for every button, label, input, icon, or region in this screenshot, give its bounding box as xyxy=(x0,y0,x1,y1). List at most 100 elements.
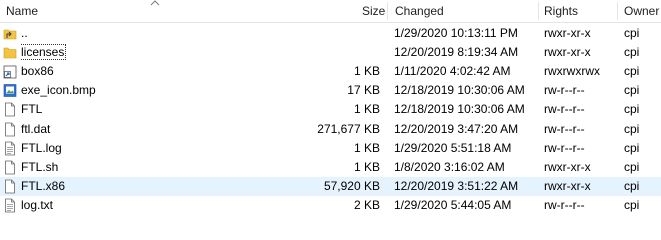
file-rights-text: rw-r--r-- xyxy=(544,140,585,155)
file-rights-text: rw-r--r-- xyxy=(544,102,585,117)
file-owner: cpi xyxy=(624,158,661,177)
file-owner: cpi xyxy=(624,177,661,196)
file-row[interactable]: .. 1/29/2020 10:13:11 PM rwxr-xr-x cpi xyxy=(0,24,661,43)
file-rights: rwxrwxrwx xyxy=(544,62,622,81)
file-changed-text: 1/29/2020 10:13:11 PM xyxy=(394,26,518,40)
file-icon xyxy=(3,122,17,137)
file-icon xyxy=(3,160,17,175)
file-owner-text: cpi xyxy=(624,178,640,193)
file-rights-text: rwxrwxrwx xyxy=(544,64,600,79)
file-row[interactable]: FTL.x86 57,920 KB 12/20/2019 3:51:22 AM rwx… xyxy=(0,176,661,196)
file-size: 1 KB xyxy=(290,139,380,158)
file-rights-text: rwxr-xr-x xyxy=(544,45,591,60)
file-size xyxy=(290,24,380,43)
file-changed-text: 1/29/2020 5:44:05 AM xyxy=(394,197,512,212)
file-changed-text: 12/20/2019 3:51:22 AM xyxy=(394,178,519,193)
file-changed: 12/18/2019 10:30:06 AM xyxy=(394,81,542,100)
file-changed: 12/20/2019 3:51:22 AM xyxy=(394,177,542,196)
column-header-size[interactable]: Size xyxy=(362,0,385,22)
file-row[interactable]: box86 1 KB 1/11/2020 4:02:42 AM rwxrwxrwx cp… xyxy=(0,62,661,81)
file-size-text: 271,677 KB xyxy=(317,121,380,136)
file-name-text: box86 xyxy=(21,64,54,79)
column-header-name[interactable]: Name xyxy=(6,0,38,22)
text-file-icon xyxy=(3,141,17,156)
file-size-text: 17 KB xyxy=(347,83,380,98)
file-size xyxy=(290,43,380,62)
file-changed-text: 1/8/2020 3:16:02 AM xyxy=(394,159,505,174)
file-owner: cpi xyxy=(624,120,661,139)
column-header-owner[interactable]: Owner xyxy=(624,0,659,22)
file-row[interactable]: FTL 1 KB 12/18/2019 10:30:06 AM rw-r--r-- cp… xyxy=(0,100,661,119)
file-changed: 1/29/2020 10:13:11 PM xyxy=(394,24,542,43)
file-changed-text: 1/29/2020 5:51:18 AM xyxy=(394,140,512,155)
file-changed: 1/8/2020 3:16:02 AM xyxy=(394,158,542,177)
file-rights: rw-r--r-- xyxy=(544,196,622,215)
file-size: 17 KB xyxy=(290,81,380,100)
file-changed: 1/29/2020 5:51:18 AM xyxy=(394,139,542,158)
text-file-icon xyxy=(3,198,17,213)
image-file-icon xyxy=(3,83,17,98)
file-rights-text: rwxr-xr-x xyxy=(544,159,591,174)
file-changed-text: 12/18/2019 10:30:06 AM xyxy=(394,83,525,98)
file-changed-text: 12/20/2019 3:47:20 AM xyxy=(394,121,519,136)
file-size: 1 KB xyxy=(290,62,380,81)
column-divider[interactable] xyxy=(387,2,388,20)
file-rights-text: rwxr-xr-x xyxy=(544,178,591,193)
sort-ascending-icon xyxy=(150,0,160,6)
file-size: 1 KB xyxy=(290,100,380,119)
column-divider[interactable] xyxy=(538,2,539,20)
file-owner: cpi xyxy=(624,43,661,62)
file-rights-text: rw-r--r-- xyxy=(544,121,585,136)
file-size-text: 1 KB xyxy=(353,159,380,174)
file-name-text: ftl.dat xyxy=(21,121,51,136)
file-size-text: 2 KB xyxy=(353,197,380,212)
file-name-text: licenses xyxy=(20,44,67,61)
file-row[interactable]: exe_icon.bmp 17 KB 12/18/2019 10:30:06 AM r… xyxy=(0,81,661,100)
file-rights: rw-r--r-- xyxy=(544,100,622,119)
column-header-rights[interactable]: Rights xyxy=(544,0,578,22)
file-size-text: 1 KB xyxy=(353,64,380,79)
file-changed: 1/29/2020 5:44:05 AM xyxy=(394,196,542,215)
file-changed-text: 12/20/2019 8:19:34 AM xyxy=(394,45,519,60)
file-size: 57,920 KB xyxy=(290,177,380,196)
file-row[interactable]: log.txt 2 KB 1/29/2020 5:44:05 AM rw-r--r--… xyxy=(0,196,661,215)
file-owner-text: cpi xyxy=(624,83,640,98)
file-size: 2 KB xyxy=(290,196,380,215)
file-rights-text: rw-r--r-- xyxy=(544,197,585,212)
file-owner: cpi xyxy=(624,139,661,158)
file-changed-text: 1/11/2020 4:02:42 AM xyxy=(394,64,511,79)
file-owner: cpi xyxy=(624,62,661,81)
file-rights: rw-r--r-- xyxy=(544,120,622,139)
column-divider[interactable] xyxy=(617,2,618,20)
file-owner: cpi xyxy=(624,81,661,100)
folder-icon xyxy=(3,45,17,60)
shortcut-icon xyxy=(3,64,17,79)
file-changed: 12/18/2019 10:30:06 AM xyxy=(394,100,542,119)
file-name-text: FTL.sh xyxy=(21,159,59,174)
file-row[interactable]: licenses 12/20/2019 8:19:34 AM rwxr-xr-x cp… xyxy=(0,43,661,62)
file-name-text: FTL xyxy=(21,102,43,117)
file-rights: rwxr-xr-x xyxy=(544,177,622,196)
file-size-text: 1 KB xyxy=(353,140,380,155)
file-owner-text: cpi xyxy=(624,159,640,174)
file-size-text: 1 KB xyxy=(353,102,380,117)
file-rights: rw-r--r-- xyxy=(544,81,622,100)
file-name-text: exe_icon.bmp xyxy=(21,83,96,98)
file-row[interactable]: FTL.sh 1 KB 1/8/2020 3:16:02 AM rwxr-xr-x cp… xyxy=(0,158,661,177)
file-changed: 12/20/2019 3:47:20 AM xyxy=(394,120,542,139)
file-row[interactable]: ftl.dat 271,677 KB 12/20/2019 3:47:20 AM rw… xyxy=(0,120,661,139)
file-rights: rwxr-xr-x xyxy=(544,43,622,62)
file-owner-text: cpi xyxy=(624,197,640,212)
file-owner: cpi xyxy=(624,24,661,43)
file-size-text: 57,920 KB xyxy=(323,178,380,193)
file-changed: 1/11/2020 4:02:42 AM xyxy=(394,62,542,81)
file-row[interactable]: FTL.log 1 KB 1/29/2020 5:51:18 AM rw-r--r--… xyxy=(0,139,661,158)
parent-folder-icon xyxy=(3,26,17,41)
file-icon xyxy=(3,102,17,117)
file-rights: rwxr-xr-x xyxy=(544,158,622,177)
file-owner: cpi xyxy=(624,100,661,119)
file-owner-text: cpi xyxy=(624,140,640,155)
file-owner: cpi xyxy=(624,196,661,215)
file-icon xyxy=(3,179,17,194)
column-header-changed[interactable]: Changed xyxy=(395,0,444,22)
